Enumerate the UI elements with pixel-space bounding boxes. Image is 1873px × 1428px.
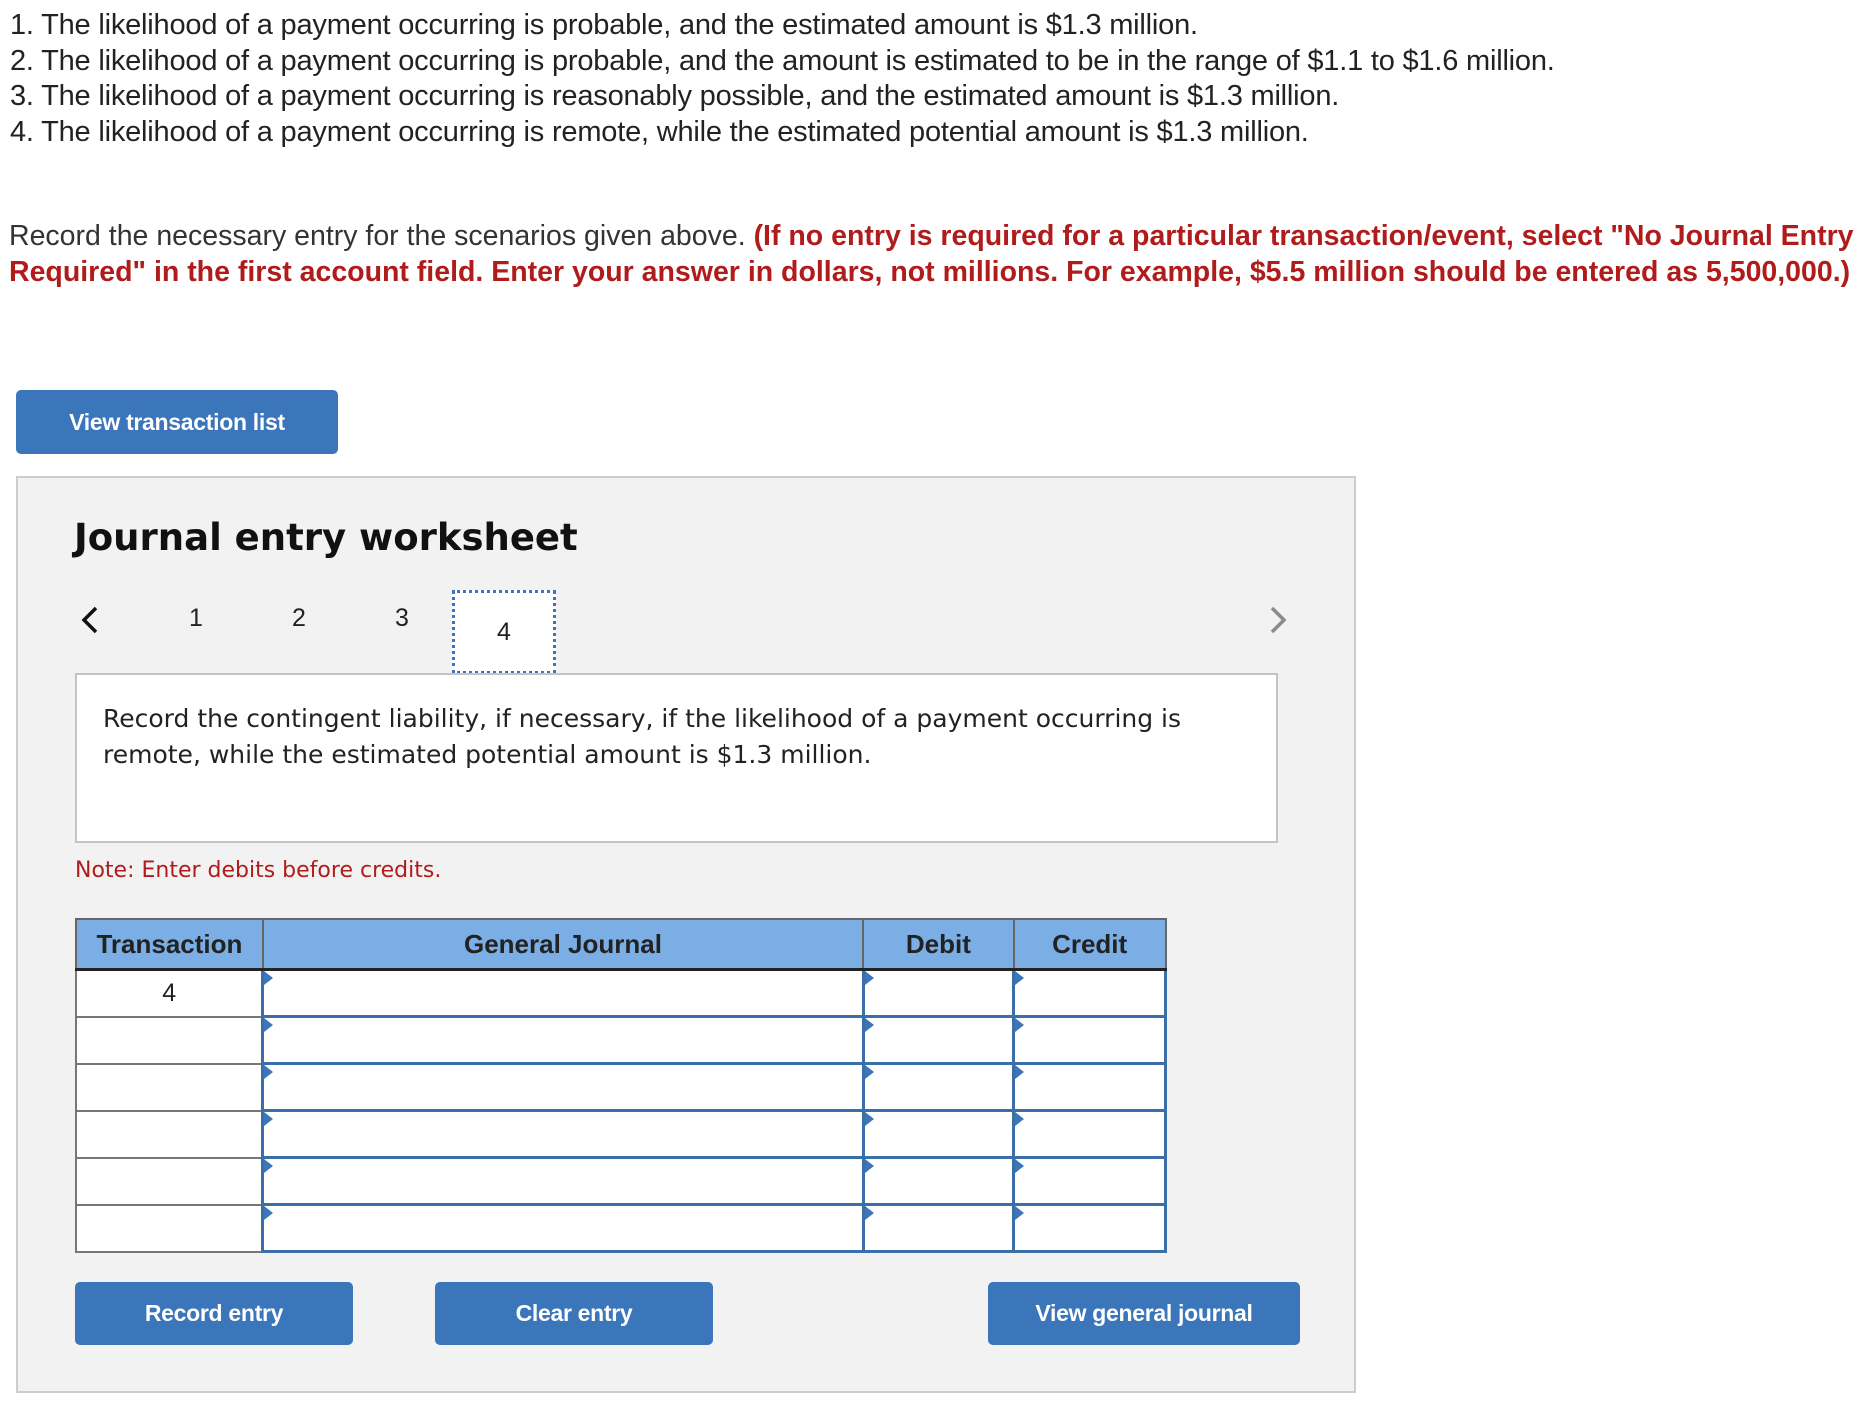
record-entry-button[interactable]: Record entry — [75, 1282, 353, 1345]
table-row — [75, 1156, 1167, 1206]
debit-input[interactable] — [861, 968, 1016, 1018]
scenario-item: 1. The likelihood of a payment occurring… — [10, 9, 1198, 41]
account-input[interactable] — [261, 1062, 865, 1112]
account-input[interactable] — [261, 1156, 865, 1206]
transaction-cell: 4 — [75, 968, 264, 1018]
header-debit: Debit — [862, 918, 1015, 971]
header-credit: Credit — [1012, 918, 1167, 971]
transaction-cell — [75, 1203, 264, 1253]
transaction-cell — [75, 1109, 264, 1159]
account-input[interactable] — [261, 1203, 865, 1253]
header-transaction: Transaction — [75, 918, 264, 971]
table-row — [75, 1015, 1167, 1065]
debit-input[interactable] — [861, 1203, 1016, 1253]
next-button[interactable] — [1264, 600, 1290, 640]
view-transaction-list-button[interactable]: View transaction list — [16, 390, 338, 454]
debit-input[interactable] — [861, 1156, 1016, 1206]
worksheet-title: Journal entry worksheet — [74, 516, 578, 559]
instructions: Record the necessary entry for the scena… — [9, 218, 1869, 290]
scenario-item: 2. The likelihood of a payment occurring… — [10, 44, 1555, 77]
credit-input[interactable] — [1012, 1015, 1167, 1065]
tab-1[interactable]: 1 — [176, 604, 216, 633]
account-input[interactable] — [261, 1109, 865, 1159]
entry-description: Record the contingent liability, if nece… — [103, 704, 1182, 769]
debit-input[interactable] — [861, 1062, 1016, 1112]
table-header-row: Transaction General Journal Debit Credit — [75, 918, 1167, 971]
note-text: Note: Enter debits before credits. — [75, 858, 442, 883]
account-input[interactable] — [261, 1015, 865, 1065]
scenario-item: 4. The likelihood of a payment occurring… — [10, 115, 1309, 148]
scenario-item: 3. The likelihood of a payment occurring… — [10, 80, 1340, 112]
transaction-cell — [75, 1015, 264, 1065]
credit-input[interactable] — [1012, 968, 1167, 1018]
journal-table: Transaction General Journal Debit Credit… — [75, 918, 1167, 1253]
instructions-text: Record the necessary entry for the scena… — [9, 220, 754, 252]
clear-entry-button[interactable]: Clear entry — [435, 1282, 713, 1345]
tab-2[interactable]: 2 — [279, 604, 319, 633]
entry-description-box: Record the contingent liability, if nece… — [75, 673, 1278, 843]
debit-input[interactable] — [861, 1015, 1016, 1065]
previous-button[interactable] — [78, 600, 104, 640]
credit-input[interactable] — [1012, 1109, 1167, 1159]
debit-input[interactable] — [861, 1109, 1016, 1159]
view-general-journal-button[interactable]: View general journal — [988, 1282, 1300, 1345]
scenario-list: 1. The likelihood of a payment occurring… — [10, 8, 1555, 150]
chevron-left-icon — [81, 606, 98, 634]
tab-4-active[interactable]: 4 — [452, 590, 556, 674]
credit-input[interactable] — [1012, 1203, 1167, 1253]
credit-input[interactable] — [1012, 1156, 1167, 1206]
account-input[interactable] — [261, 968, 865, 1018]
transaction-cell — [75, 1156, 264, 1206]
transaction-cell — [75, 1062, 264, 1112]
header-general-journal: General Journal — [261, 918, 865, 971]
chevron-right-icon — [1270, 606, 1287, 634]
table-row — [75, 1203, 1167, 1253]
table-row — [75, 1062, 1167, 1112]
credit-input[interactable] — [1012, 1062, 1167, 1112]
table-row — [75, 1109, 1167, 1159]
tab-3[interactable]: 3 — [382, 604, 422, 633]
table-row: 4 — [75, 968, 1167, 1018]
